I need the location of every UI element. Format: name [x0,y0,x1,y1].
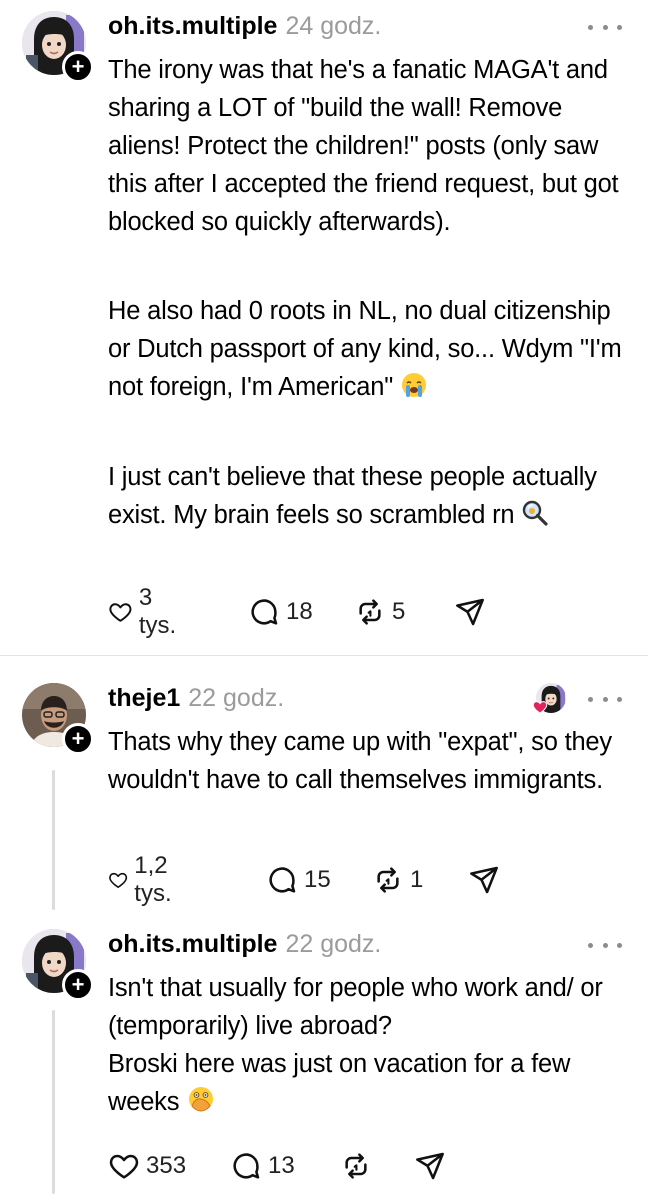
post-header: oh.its.multiple 24 godz. [108,12,381,46]
face-with-open-eyes-and-hand-over-mouth-emoji-icon [186,1084,216,1125]
share-button[interactable] [454,594,492,630]
repost-button[interactable] [340,1148,378,1184]
like-count: 1,2 tys. [134,852,172,907]
reply-count: 15 [304,866,331,893]
share-button[interactable] [414,1148,452,1184]
timestamp: 22 godz. [188,684,285,712]
heart-icon [532,701,548,714]
username[interactable]: oh.its.multiple [108,930,277,959]
timestamp: 22 godz. [285,930,382,958]
like-button[interactable]: 353 [108,1148,186,1184]
post-text: Broski here was just on vacation for a f… [108,1045,628,1125]
like-count: 353 [146,1152,187,1179]
post-text: I just can't believe that these people a… [108,458,628,538]
follow-plus-icon[interactable]: + [62,723,94,755]
post-header: oh.its.multiple 22 godz. [108,930,381,964]
reply-button[interactable]: 13 [230,1148,295,1184]
divider [0,655,648,656]
more-dots-icon[interactable] [588,17,622,37]
post-text: Thats why they came up with "expat", so … [108,728,612,794]
like-button[interactable]: 3 tys. [108,584,183,639]
repost-button[interactable]: 1 [372,862,423,898]
post-text: Isn't that usually for people who work a… [108,974,603,1040]
reply-count: 18 [286,598,313,625]
post-text: He also had 0 roots in NL, no dual citiz… [108,292,628,410]
reply-button[interactable]: 15 [266,862,331,898]
more-dots-icon[interactable] [588,689,622,709]
repost-count: 5 [392,598,406,625]
follow-plus-icon[interactable]: + [62,969,94,1001]
liked-by-author-avatar [532,683,566,717]
like-button[interactable]: 1,2 tys. [108,852,183,907]
like-count: 3 tys. [138,584,177,639]
thread-line [52,1010,55,1194]
reply-count: 13 [268,1152,295,1179]
repost-button[interactable]: 5 [354,594,405,630]
timestamp: 24 godz. [285,12,382,40]
repost-count: 1 [410,866,424,893]
magnifying-glass-icon [521,499,549,538]
follow-plus-icon[interactable]: + [62,51,94,83]
reply-button[interactable]: 18 [248,594,313,630]
share-button[interactable] [468,862,506,898]
thread-line [52,770,55,910]
post-header: theje1 22 godz. [108,684,284,718]
crying-face-emoji-icon [400,371,428,410]
username[interactable]: oh.its.multiple [108,12,277,41]
username[interactable]: theje1 [108,684,180,713]
post-text: The irony was that he's a fanatic MAGA't… [108,56,619,236]
more-dots-icon[interactable] [588,935,622,955]
